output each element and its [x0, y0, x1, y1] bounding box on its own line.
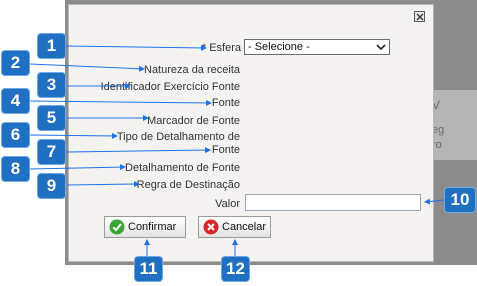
- callout-arrow-10: [424, 198, 445, 205]
- callout-arrow-4: [29, 99, 212, 106]
- callout-arrow-7: [66, 147, 211, 154]
- callout-badge-9: 9: [37, 173, 66, 199]
- callout-badge-4: 4: [1, 88, 30, 114]
- callout-arrow-8: [29, 164, 126, 171]
- callout-badge-5: 5: [37, 105, 66, 131]
- callout-badge-2: 2: [1, 50, 30, 76]
- callout-arrow-9: [66, 181, 140, 188]
- callout-arrow-2: [29, 63, 145, 72]
- callout-badge-8: 8: [1, 156, 30, 182]
- callout-badge-7: 7: [37, 139, 66, 165]
- callout-badge-12: 12: [221, 256, 250, 282]
- callout-badge-6: 6: [1, 122, 30, 148]
- callout-badge-1: 1: [37, 33, 66, 59]
- callout-arrows: [29, 44, 445, 258]
- callout-badge-3: 3: [37, 72, 66, 98]
- callout-badge-10: 10: [444, 187, 476, 213]
- callout-arrow-1: [65, 44, 207, 51]
- callout-arrow-6: [29, 132, 118, 139]
- callout-badge-11: 11: [134, 256, 163, 282]
